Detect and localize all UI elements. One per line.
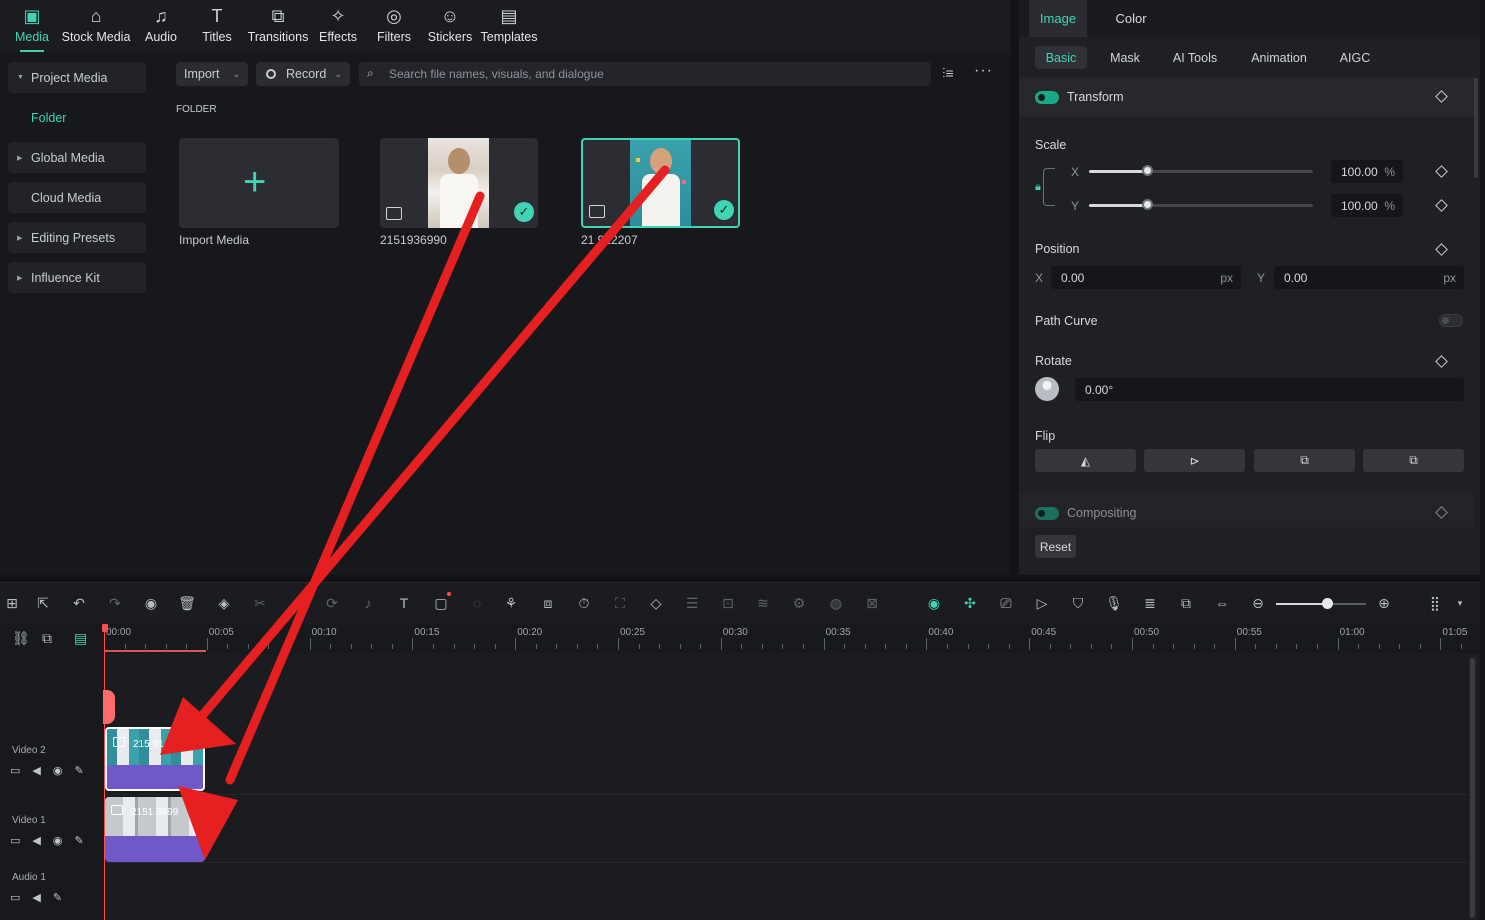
arrowhead-video-2 <box>160 697 236 755</box>
arrow-line-1 <box>225 191 485 785</box>
arrow-line-2 <box>185 165 670 735</box>
arrowhead-video-1 <box>178 786 238 860</box>
arrow-group <box>185 165 670 785</box>
annotation-arrows <box>160 165 670 860</box>
app-window: ▣ Media ⌂ Stock Media ♫ Audio T Titles ⧉… <box>0 0 1485 920</box>
